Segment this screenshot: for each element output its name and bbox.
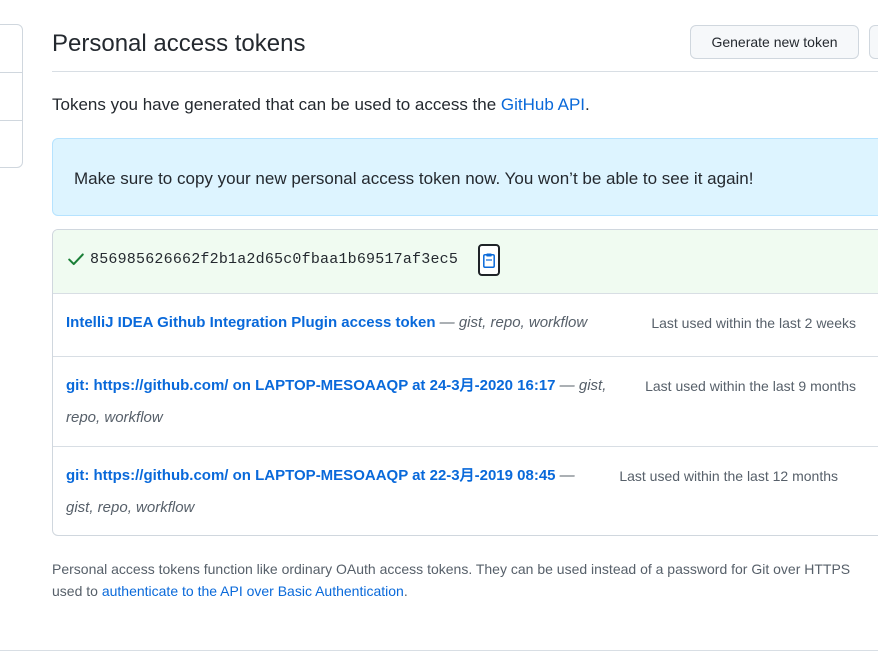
token-scopes: gist, repo, workflow xyxy=(458,314,588,331)
generate-new-token-button[interactable]: Generate new token xyxy=(690,25,859,59)
token-title-line: git: https://github.com/ on LAPTOP-MESOA… xyxy=(66,467,575,484)
sidebar-divider xyxy=(0,72,22,73)
token-row: git: https://github.com/ on LAPTOP-MESOA… xyxy=(53,356,878,447)
footer-divider xyxy=(0,650,878,651)
token-scopes: repo, workflow xyxy=(66,409,163,426)
github-api-link[interactable]: GitHub API xyxy=(501,95,585,114)
flash-message: Make sure to copy your new personal acce… xyxy=(74,169,754,188)
header-divider xyxy=(52,71,878,72)
token-last-used: Last used within the last 9 months xyxy=(645,378,856,394)
token-row: IntelliJ IDEA Github Integration Plugin … xyxy=(53,293,878,357)
token-scopes: gist, xyxy=(578,377,607,394)
token-last-used: Last used within the last 12 months xyxy=(619,468,838,484)
settings-sidebar xyxy=(0,24,23,168)
clipboard-icon xyxy=(483,253,495,268)
basic-auth-link[interactable]: authenticate to the API over Basic Authe… xyxy=(102,583,404,599)
token-title-line: git: https://github.com/ on LAPTOP-MESOA… xyxy=(66,377,607,394)
revoke-all-button[interactable] xyxy=(869,25,878,59)
tokens-description: Tokens you have generated that can be us… xyxy=(52,95,590,114)
copy-token-flash: Make sure to copy your new personal acce… xyxy=(52,138,878,216)
new-token-value[interactable]: 856985626662f2b1a2d65c0fbaa1b69517af3ec5 xyxy=(90,251,458,268)
copy-token-button[interactable] xyxy=(478,244,500,276)
new-token-row: 856985626662f2b1a2d65c0fbaa1b69517af3ec5 xyxy=(53,230,878,293)
check-icon xyxy=(68,253,84,266)
token-link[interactable]: git: https://github.com/ on LAPTOP-MESOA… xyxy=(66,377,556,394)
tokens-footer-note: Personal access tokens function like ord… xyxy=(52,561,851,599)
token-row: git: https://github.com/ on LAPTOP-MESOA… xyxy=(53,446,878,535)
page-title: Personal access tokens xyxy=(52,30,306,57)
token-link[interactable]: IntelliJ IDEA Github Integration Plugin … xyxy=(66,314,436,331)
token-scopes: gist, repo, workflow xyxy=(66,499,195,516)
token-last-used: Last used within the last 2 weeks xyxy=(651,315,856,331)
sidebar-divider xyxy=(0,120,22,121)
token-link[interactable]: git: https://github.com/ on LAPTOP-MESOA… xyxy=(66,467,556,484)
token-title-line: IntelliJ IDEA Github Integration Plugin … xyxy=(66,314,588,331)
token-list: 856985626662f2b1a2d65c0fbaa1b69517af3ec5… xyxy=(52,229,878,536)
